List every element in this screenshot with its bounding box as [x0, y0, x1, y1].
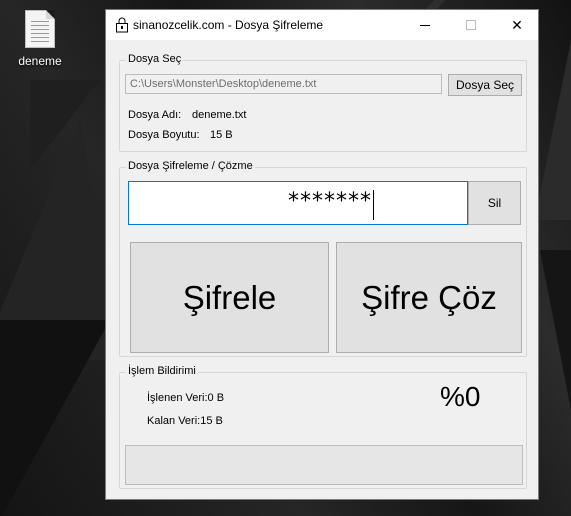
file-name-label: Dosya Adı: [128, 109, 182, 121]
minimize-button[interactable] [402, 10, 448, 40]
window-title: sinanozcelik.com - Dosya Şifreleme [133, 18, 324, 32]
progress-bar [125, 445, 523, 485]
select-file-button[interactable]: Dosya Seç [448, 74, 522, 96]
remaining-data-label: Kalan Veri:15 B [147, 415, 223, 427]
clear-button[interactable]: Sil [468, 181, 521, 225]
encrypt-decrypt-group: Dosya Şifreleme / Çözme ******* Sil Şifr… [119, 160, 527, 357]
progress-percent: %0 [440, 381, 481, 412]
minimize-icon [420, 24, 430, 26]
desktop-file-icon[interactable]: deneme [12, 10, 68, 68]
file-path-field: C:\Users\Monster\Desktop\deneme.txt [125, 74, 442, 94]
status-legend: İşlem Bildirimi [126, 365, 198, 377]
text-file-icon [25, 10, 55, 48]
encrypt-decrypt-legend: Dosya Şifreleme / Çözme [126, 160, 255, 172]
wallpaper-shard [30, 80, 100, 170]
file-name-value: deneme.txt [192, 109, 247, 121]
desktop-file-label: deneme [18, 54, 62, 68]
file-select-legend: Dosya Seç [126, 53, 184, 65]
wallpaper-shard [540, 250, 571, 410]
processed-data-label: İşlenen Veri:0 B [147, 392, 225, 404]
text-caret [373, 190, 374, 220]
file-size-value: 15 B [210, 129, 233, 141]
maximize-button [448, 10, 494, 40]
wallpaper-shard [535, 40, 571, 220]
maximize-icon [466, 20, 476, 30]
password-field[interactable]: ******* [128, 181, 468, 225]
title-bar[interactable]: sinanozcelik.com - Dosya Şifreleme ✕ [106, 10, 538, 40]
wallpaper-shard [0, 320, 110, 516]
encrypt-button[interactable]: Şifrele [130, 242, 329, 353]
status-group: İşlem Bildirimi İşlenen Veri:0 B Kalan V… [119, 365, 527, 489]
file-select-group: Dosya Seç C:\Users\Monster\Desktop\denem… [119, 53, 527, 152]
app-window: sinanozcelik.com - Dosya Şifreleme ✕ Dos… [105, 9, 539, 500]
password-mask: ******* [288, 189, 372, 214]
close-button[interactable]: ✕ [494, 10, 540, 40]
decrypt-button[interactable]: Şifre Çöz [336, 242, 522, 353]
file-size-label: Dosya Boyutu: [128, 129, 200, 141]
lock-icon [116, 17, 128, 33]
